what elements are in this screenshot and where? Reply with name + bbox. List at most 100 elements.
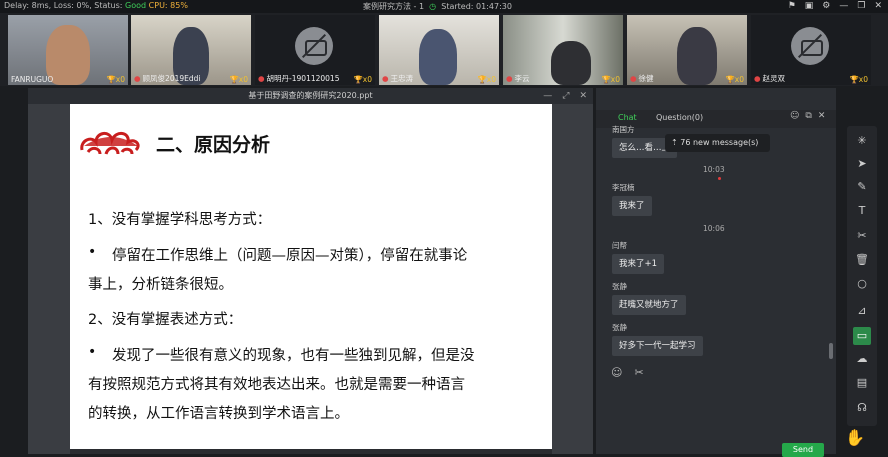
- scissors-icon[interactable]: ✂: [853, 227, 871, 245]
- ppt-window-title: 基于田野调查的案例研究2020.ppt: [28, 88, 593, 104]
- status-bar: Delay: 8ms, Loss: 0%, Status: Good CPU: …: [0, 0, 888, 13]
- cpu-usage: CPU: 85%: [148, 1, 188, 10]
- chat-input-tools: ☺ ✂: [611, 366, 644, 379]
- network-status: Delay: 8ms, Loss: 0%, Status: Good CPU: …: [4, 1, 188, 10]
- video-tile[interactable]: ● 李云 🏆x0: [503, 15, 623, 85]
- ppt-window-controls: — ⤢ ✕: [543, 88, 587, 104]
- chat-bubble: 我来了+1: [612, 254, 665, 274]
- participant-name: ● 顾凤俊2019Eddi: [134, 74, 201, 83]
- chat-bubble: 好多下一代一起学习: [612, 336, 703, 356]
- window-controls: ⚑ ▣ ⚙ — ❐ ✕: [788, 0, 882, 12]
- laser-icon[interactable]: ✳: [853, 132, 871, 150]
- toolbox-icon[interactable]: ▤: [853, 374, 871, 392]
- trash-icon[interactable]: 🗑: [853, 251, 871, 269]
- popout-icon[interactable]: ⧉: [805, 111, 811, 121]
- slide-line: 发现了一些很有意义的现象，也有一些独到见解，但是没: [112, 348, 475, 364]
- scissors-icon[interactable]: ✂: [634, 366, 643, 379]
- minimize-icon[interactable]: —: [839, 0, 848, 12]
- video-tile[interactable]: ● 赵灵双 🏆x0: [751, 15, 871, 85]
- participant-name: ● 赵灵双: [754, 74, 786, 83]
- video-tile[interactable]: ● 顾凤俊2019Eddi 🏆x0: [131, 15, 251, 85]
- trophy-count: 🏆x0: [849, 75, 868, 84]
- cloud-icon[interactable]: ☁: [853, 350, 871, 368]
- cloud-logo-icon: [80, 132, 140, 155]
- restore-icon[interactable]: ❐: [857, 0, 865, 12]
- slide-line: 事上，分析链条很短。: [88, 277, 233, 293]
- trophy-count: 🏆x0: [477, 75, 496, 84]
- chat-timestamp: 10:03: [703, 165, 725, 174]
- trophy-count: 🏆x0: [229, 75, 248, 84]
- slide-title: 二、原因分析: [156, 134, 271, 156]
- slide-line: 的转换，从工作语言转换到学术语言上。: [88, 406, 349, 422]
- chat-panel-controls: ☺ ⧉ ✕: [790, 111, 825, 121]
- chart-icon[interactable]: ⊿: [853, 302, 871, 320]
- bell-icon[interactable]: ⚑: [788, 0, 796, 12]
- room-title: 案例研究方法 - 1: [363, 2, 425, 11]
- close-icon[interactable]: ✕: [579, 88, 587, 104]
- mic-muted-icon: ●: [630, 74, 637, 83]
- video-tile[interactable]: ● 徐健 🏆x0: [627, 15, 747, 85]
- emoji-icon[interactable]: ☺: [611, 366, 622, 379]
- mic-muted-icon: ●: [506, 74, 513, 83]
- trophy-count: 🏆x0: [725, 75, 744, 84]
- chat-bubble: 我来了: [612, 196, 652, 216]
- chat-sender: 张静: [612, 323, 627, 332]
- gear-icon[interactable]: ⚙: [822, 0, 830, 12]
- ppt-window: 基于田野调查的案例研究2020.ppt — ⤢ ✕ 二、原因分析 1、没有掌握学…: [28, 88, 593, 454]
- record-icon[interactable]: ▣: [805, 0, 814, 12]
- delay-label: Delay: 8ms, Loss: 0%, Status:: [4, 1, 123, 10]
- video-tile[interactable]: FANRUGUO 🏆x0: [8, 15, 128, 85]
- slide-footer: [70, 449, 552, 454]
- slide-line: 1、没有掌握学科思考方式：: [88, 212, 272, 228]
- slide-line: 停留在工作思维上（问题—原因—对策），停留在就事论: [112, 248, 468, 264]
- camera-off-icon: [791, 27, 829, 65]
- chat-icon[interactable]: ▭: [853, 327, 871, 345]
- new-message-toast[interactable]: ⇡ 76 new message(s): [665, 134, 770, 152]
- chat-timestamp: 10:06: [703, 224, 725, 233]
- trophy-count: 🏆x0: [601, 75, 620, 84]
- clock-icon: ◷: [426, 2, 439, 11]
- room-info: 案例研究方法 - 1 ◷ Started: 01:47:30: [363, 1, 512, 12]
- participant-name: ● 李云: [506, 74, 530, 83]
- participant-figure: [677, 27, 717, 85]
- video-tile[interactable]: ● 王忠涛 🏆x0: [379, 15, 499, 85]
- chat-sender: 张静: [612, 282, 627, 291]
- participant-name: ● 王忠涛: [382, 74, 414, 83]
- mic-muted-icon: ●: [134, 74, 141, 83]
- minimize-icon[interactable]: —: [543, 88, 552, 104]
- close-icon[interactable]: ✕: [874, 0, 882, 12]
- participant-figure: [419, 29, 457, 85]
- status-value: Good: [125, 1, 147, 10]
- emoji-settings-icon[interactable]: ☺: [790, 111, 799, 121]
- text-icon[interactable]: T: [853, 202, 871, 220]
- trophy-count: 🏆x0: [106, 75, 125, 84]
- participant-name: FANRUGUO: [11, 75, 54, 84]
- chat-scrollbar[interactable]: [829, 343, 833, 359]
- bullet-icon: •: [88, 344, 97, 360]
- close-icon[interactable]: ✕: [818, 111, 826, 121]
- shapes-icon[interactable]: ○: [853, 275, 871, 293]
- headset-icon[interactable]: ☊: [853, 399, 871, 417]
- slide-line: 2、没有掌握表述方式：: [88, 312, 243, 328]
- send-button[interactable]: Send: [782, 443, 824, 457]
- mic-muted-icon: ●: [382, 74, 389, 83]
- raise-hand-icon[interactable]: ✋: [840, 428, 870, 454]
- slide-line: 有按照规范方式将其有效地表达出来。也就是需要一种语言: [88, 377, 465, 393]
- participant-name: ● 胡明丹-1901120015: [258, 74, 340, 83]
- tab-chat[interactable]: Chat: [618, 113, 637, 122]
- arrow-up-icon: ⇡: [671, 138, 681, 147]
- chat-bubble: 赶嘴又就地方了: [612, 295, 686, 315]
- pen-icon[interactable]: ✎: [853, 178, 871, 196]
- participant-figure: [551, 41, 591, 85]
- chat-sender: 李冠楠: [612, 183, 635, 192]
- video-tile[interactable]: ● 胡明丹-1901120015 🏆x0: [255, 15, 375, 85]
- chat-sender: 闫帮: [612, 241, 627, 250]
- tab-question[interactable]: Question(0): [656, 113, 703, 122]
- ppt-slide: 二、原因分析 1、没有掌握学科思考方式： • 停留在工作思维上（问题—原因—对策…: [70, 104, 552, 449]
- pointer-icon[interactable]: ➤: [853, 155, 871, 173]
- participant-name: ● 徐健: [630, 74, 654, 83]
- notification-dot: [718, 177, 721, 180]
- mic-muted-icon: ●: [258, 74, 265, 83]
- mic-muted-icon: ●: [754, 74, 761, 83]
- expand-icon[interactable]: ⤢: [562, 88, 569, 104]
